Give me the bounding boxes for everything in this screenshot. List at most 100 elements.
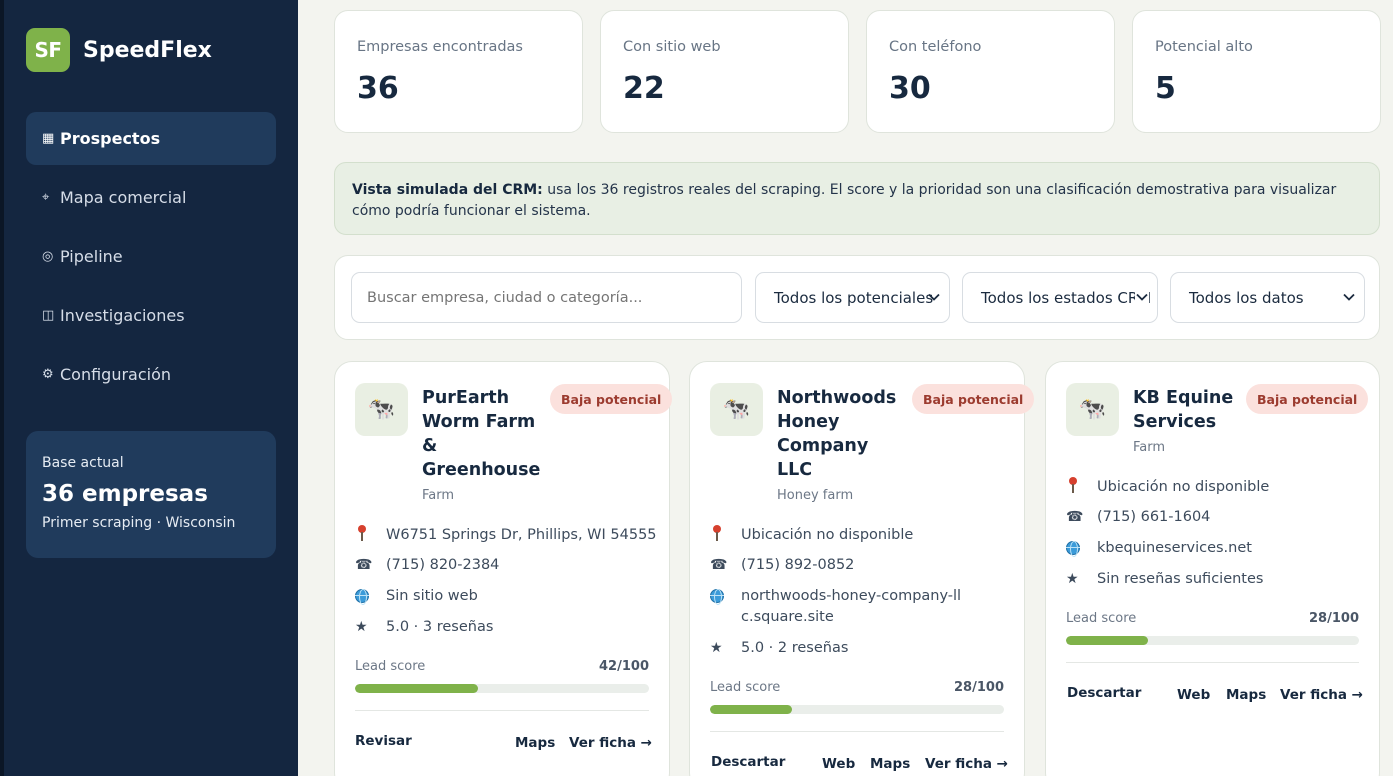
lead-website: Sin sitio web [355,586,478,610]
notice-title: Vista simulada del CRM: [352,182,543,198]
maps-link[interactable]: Maps [515,735,555,751]
sidebar-item-label: Configuración [60,365,172,384]
sidebar-item-prospectos[interactable]: ▦ Prospectos [26,112,276,165]
score-label: Lead score [355,659,426,674]
score-value: 28/100 [1309,611,1359,626]
crm-notice: Vista simulada del CRM: usa los 36 regis… [334,162,1380,235]
lead-phone: ☎ (715) 892-0852 [710,555,854,576]
score-bar [710,705,1004,714]
lead-category: Farm [422,488,455,503]
chevron-down-icon [1135,290,1149,304]
stat-card-empresas: Empresas encontradas 36 [334,10,583,133]
score-bar-fill [1066,636,1149,645]
phone-icon: ☎ [710,557,728,573]
potential-badge: Baja potencial [1246,384,1369,414]
view-detail-link[interactable]: Ver ficha → [569,735,652,751]
lead-address: Ubicación no disponible [1066,477,1269,500]
maps-link[interactable]: Maps [1226,687,1266,703]
stat-card-telefono: Con teléfono 30 [866,10,1115,133]
gear-icon: ⚙ [42,367,54,382]
cow-icon: 🐄 [710,383,763,436]
stat-card-potencial: Potencial alto 5 [1132,10,1381,133]
globe-icon [710,589,724,605]
stat-label: Empresas encontradas [357,39,523,55]
stat-label: Con sitio web [623,39,721,55]
score-bar [1066,636,1359,645]
score-bar-fill [710,705,793,714]
brand-logo: SF [26,28,70,72]
potential-badge: Baja potencial [550,384,673,414]
star-icon: ★ [1066,571,1079,587]
potential-select-value: Todos los potenciales [774,288,934,307]
cow-icon: 🐄 [355,383,408,436]
potential-select[interactable]: Todos los potenciales [755,272,950,323]
card-divider [355,710,649,711]
star-icon: ★ [355,619,368,635]
lead-phone: ☎ (715) 820-2384 [355,555,499,576]
sidebar-item-label: Pipeline [60,247,123,266]
lead-rating: ★ 5.0 · 3 reseñas [355,617,493,638]
map-pin-icon [358,525,366,541]
status-select[interactable]: Todos los estados CRM [962,272,1158,323]
sidebar-item-pipeline[interactable]: ◎ Pipeline [26,230,276,283]
discard-button[interactable]: Descartar [1067,685,1141,701]
stat-value: 5 [1155,71,1176,106]
stat-value: 30 [889,71,931,106]
brand[interactable]: SF SpeedFlex [26,28,212,72]
filter-bar: Todos los potenciales Todos los estados … [334,255,1380,340]
lead-address: W6751 Springs Dr, Phillips, WI 54555 [355,525,657,548]
score-label: Lead score [1066,611,1137,626]
lead-name: KB Equine Services [1133,388,1234,432]
lead-address: Ubicación no disponible [710,525,913,548]
maps-link[interactable]: Maps [870,756,910,772]
sidebar-item-configuracion[interactable]: ⚙ Configuración [26,348,276,401]
review-button[interactable]: Revisar [355,733,412,749]
map-pin-icon: ⌖ [42,190,50,205]
status-select-value: Todos los estados CRM [981,288,1152,307]
card-divider [1066,662,1359,663]
lead-website[interactable]: kbequineservices.net [1066,538,1252,562]
view-detail-link[interactable]: Ver ficha → [1280,687,1363,703]
lead-card[interactable]: 🐄 Northwoods Honey Company LLC Baja pote… [689,361,1035,776]
data-select-value: Todos los datos [1189,288,1304,307]
star-icon: ★ [710,640,723,656]
lead-card[interactable]: 🐄 PurEarth Worm Farm & Greenhouse Baja p… [334,361,673,776]
web-link[interactable]: Web [822,756,855,772]
lead-name: Northwoods Honey Company LLC [777,388,897,480]
base-label: Base actual [42,455,124,471]
cow-icon: 🐄 [1066,383,1119,436]
lead-name: PurEarth Worm Farm & Greenhouse [422,388,541,480]
lead-rating: ★ 5.0 · 2 reseñas [710,638,848,659]
sidebar-item-investigaciones[interactable]: ◫ Investigaciones [26,289,276,342]
chevron-down-icon [1343,293,1355,301]
lead-card[interactable]: 🐄 KB Equine Services Baja potencial Farm… [1045,361,1380,776]
score-value: 28/100 [954,680,1004,695]
stat-label: Potencial alto [1155,39,1253,55]
discard-button[interactable]: Descartar [711,754,785,770]
score-bar [355,684,649,693]
lead-website[interactable]: northwoods-honey-company-llc.square.site [710,586,970,628]
base-summary-card: Base actual 36 empresas Primer scraping … [26,431,276,558]
lead-category: Farm [1133,440,1166,455]
globe-icon [1066,541,1080,557]
lead-phone: ☎ (715) 661-1604 [1066,507,1210,528]
potential-badge: Baja potencial [912,384,1035,414]
grid-icon: ▦ [42,131,55,146]
sidebar-item-mapa[interactable]: ⌖ Mapa comercial [26,171,276,224]
target-icon: ◎ [42,249,54,264]
stat-label: Con teléfono [889,39,982,55]
chevron-down-icon [928,293,940,301]
web-link[interactable]: Web [1177,687,1210,703]
card-divider [710,731,1004,732]
search-input[interactable] [351,272,742,323]
stat-value: 22 [623,71,665,106]
view-detail-link[interactable]: Ver ficha → [925,756,1008,772]
phone-icon: ☎ [1066,509,1084,525]
brand-name: SpeedFlex [83,37,212,63]
book-icon: ◫ [42,308,55,323]
score-label: Lead score [710,680,781,695]
map-pin-icon [713,525,721,541]
lead-rating: ★ Sin reseñas suficientes [1066,569,1263,590]
data-select[interactable]: Todos los datos [1170,272,1365,323]
base-value: 36 empresas [42,481,208,507]
